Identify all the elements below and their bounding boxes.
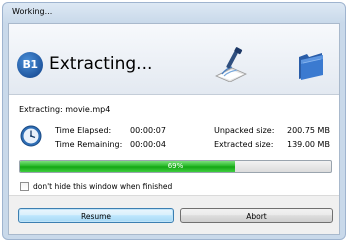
title-bar[interactable]: Working...	[3, 3, 345, 23]
unpacked-size-value: 200.75 MB	[287, 126, 330, 135]
extraction-dialog: Working... B1 Extracting... Extracting: …	[2, 2, 346, 240]
page-title: Extracting...	[49, 54, 153, 74]
time-elapsed-label: Time Elapsed:	[55, 126, 112, 135]
abort-button[interactable]: Abort	[180, 208, 333, 223]
dont-hide-checkbox-label[interactable]: don't hide this window when finished	[33, 182, 172, 191]
button-bar: Resume Abort	[9, 195, 339, 234]
time-elapsed-value: 00:00:07	[130, 126, 166, 135]
time-remaining-label: Time Remaining:	[55, 140, 123, 149]
app-logo-icon: B1	[17, 52, 43, 78]
dont-hide-checkbox[interactable]	[20, 182, 29, 191]
extracted-size-label: Extracted size:	[214, 140, 274, 149]
resume-button[interactable]: Resume	[18, 208, 174, 223]
time-remaining-value: 00:00:04	[130, 140, 166, 149]
archive-extract-icon	[215, 47, 247, 82]
clock-icon	[20, 125, 42, 147]
header-panel: B1 Extracting...	[9, 24, 339, 95]
current-file-label: Extracting: movie.mp4	[19, 105, 111, 114]
extracted-size-value: 139.00 MB	[287, 140, 330, 149]
blue-folder-icon	[299, 53, 323, 80]
extraction-progress-bar: 69%	[19, 160, 332, 173]
dialog-body: B1 Extracting... Extracting: movie.mp4 T…	[8, 23, 340, 235]
unpacked-size-label: Unpacked size:	[214, 126, 275, 135]
window-title: Working...	[12, 7, 53, 16]
progress-percent-label: 69%	[167, 162, 184, 170]
